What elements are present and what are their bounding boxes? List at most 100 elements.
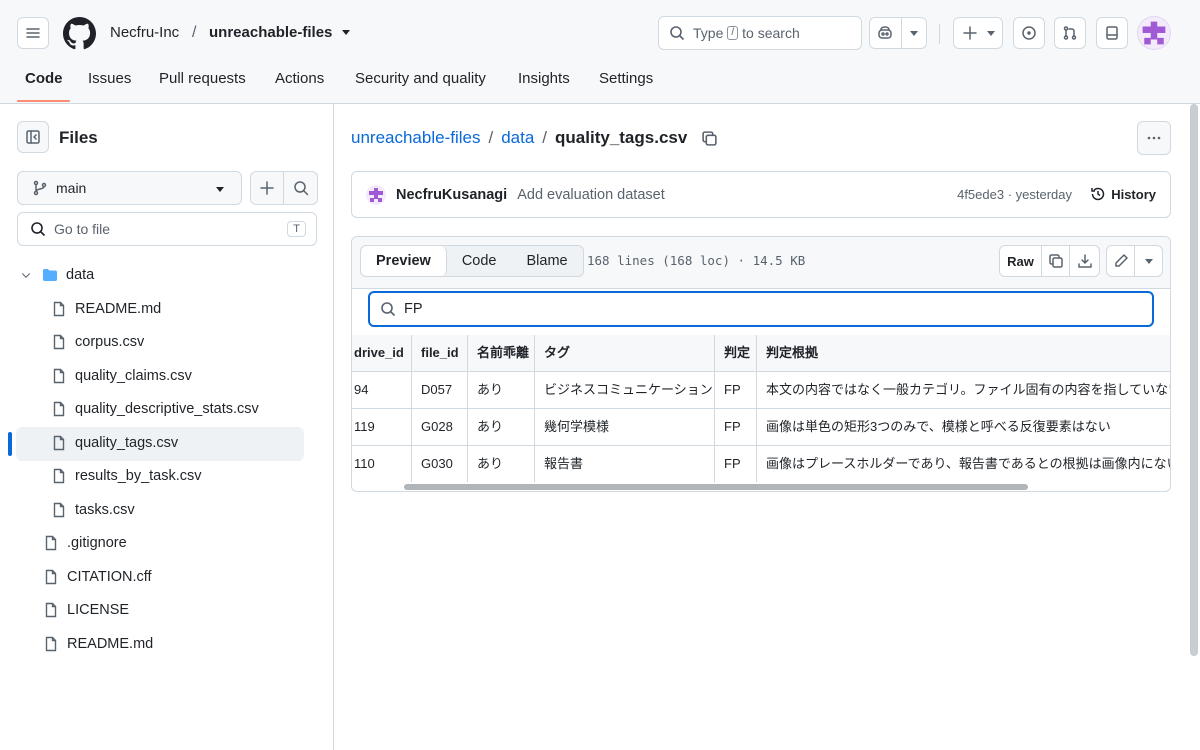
page-vertical-scrollbar[interactable]	[1190, 104, 1198, 656]
tab-pull-requests[interactable]: Pull requests	[159, 70, 246, 87]
search-icon	[293, 181, 308, 196]
copilot-dropdown-icon[interactable]	[910, 31, 918, 36]
tab-code[interactable]: Code	[25, 70, 63, 87]
edit-file-button[interactable]	[1107, 246, 1135, 276]
table-cell: あり	[468, 446, 535, 482]
go-to-file-placeholder: Go to file	[54, 221, 111, 237]
file-icon	[45, 602, 57, 618]
tab-settings[interactable]: Settings	[599, 70, 653, 87]
global-search[interactable]: Type / to search	[658, 16, 862, 50]
file-icon	[53, 301, 65, 317]
repo-owner-link[interactable]: Necfru-Inc	[110, 24, 179, 41]
chevron-down-icon	[1144, 258, 1153, 264]
preview-tab[interactable]: Preview	[361, 246, 447, 276]
copilot-icon	[878, 26, 892, 39]
history-button[interactable]: History	[1090, 186, 1156, 202]
tree-file-quality-tags-csv[interactable]: quality_tags.csv	[51, 428, 178, 458]
table-cell: 110	[352, 446, 412, 482]
commit-sha-time[interactable]: 4f5ede3 · yesterday	[957, 187, 1072, 202]
plus-icon	[963, 26, 977, 40]
raw-copy-download-group: Raw	[999, 245, 1100, 277]
tree-file-quality-descriptive-stats-csv[interactable]: quality_descriptive_stats.csv	[51, 394, 259, 424]
inbox-icon	[1106, 26, 1118, 40]
tree-item-label: LICENSE	[67, 602, 130, 618]
table-cell: FP	[715, 446, 757, 482]
download-icon	[1077, 254, 1092, 268]
tree-file-root-readme-md[interactable]: README.md	[43, 629, 153, 659]
file-icon	[53, 368, 65, 384]
table-cell: 幾何学模様	[535, 409, 715, 445]
tree-file-tasks-csv[interactable]: tasks.csv	[51, 495, 135, 525]
inbox-button[interactable]	[1096, 17, 1128, 49]
csv-filter-input[interactable]: FP	[368, 291, 1154, 327]
file-icon	[53, 435, 65, 451]
repo-name-link[interactable]: unreachable-files	[209, 24, 332, 41]
table-horizontal-scrollbar[interactable]	[404, 484, 1028, 490]
file-view: unreachable-files / data / quality_tags.…	[335, 104, 1200, 750]
table-cell: あり	[468, 409, 535, 445]
tree-file-gitignore[interactable]: .gitignore	[43, 528, 127, 558]
download-button[interactable]	[1070, 246, 1099, 276]
issues-button[interactable]	[1013, 17, 1045, 49]
tree-file-license[interactable]: LICENSE	[43, 595, 129, 625]
tree-file-results-by-task-csv[interactable]: results_by_task.csv	[51, 461, 202, 491]
create-new-button[interactable]	[953, 17, 1003, 49]
raw-button[interactable]: Raw	[1000, 246, 1042, 276]
copy-path-icon[interactable]	[701, 130, 718, 147]
tab-actions[interactable]: Actions	[275, 70, 324, 87]
user-avatar[interactable]	[1137, 16, 1171, 50]
go-to-file-input[interactable]: Go to file T	[17, 212, 317, 246]
copy-raw-button[interactable]	[1042, 246, 1070, 276]
file-icon	[53, 334, 65, 350]
path-separator: /	[192, 24, 197, 41]
table-cell: 画像はプレースホルダーであり、報告書であるとの根拠は画像内にない	[766, 456, 1171, 471]
file-icon	[53, 468, 65, 484]
files-title: Files	[59, 128, 98, 147]
tree-file-corpus-csv[interactable]: corpus.csv	[51, 327, 144, 357]
file-icon	[45, 535, 57, 551]
menu-button[interactable]	[17, 17, 49, 49]
pull-requests-button[interactable]	[1054, 17, 1086, 49]
history-icon	[1091, 187, 1105, 201]
copilot-button[interactable]	[869, 17, 927, 49]
folder-icon	[43, 269, 57, 281]
tree-item-label: quality_claims.csv	[75, 368, 192, 384]
add-file-button[interactable]	[251, 172, 284, 204]
tab-insights[interactable]: Insights	[518, 70, 570, 87]
column-header: 判定	[715, 335, 757, 371]
tree-file-citation-cff[interactable]: CITATION.cff	[43, 562, 152, 592]
branch-name: main	[56, 180, 87, 196]
tab-security[interactable]: Security and quality	[355, 70, 486, 87]
tree-file-quality-claims-csv[interactable]: quality_claims.csv	[51, 361, 192, 391]
code-tab[interactable]: Code	[447, 246, 512, 276]
search-files-button[interactable]	[284, 172, 317, 204]
table-row: 110 G030 あり 報告書 FP 画像はプレースホルダーであり、報告書である…	[352, 446, 1171, 483]
issue-circle-icon	[1022, 26, 1036, 40]
add-search-group	[250, 171, 318, 205]
view-mode-switch: Preview Code Blame	[360, 245, 584, 277]
column-header: 名前乖離	[468, 335, 535, 371]
breadcrumb-repo-link[interactable]: unreachable-files	[351, 128, 480, 148]
tree-folder-data[interactable]: data	[20, 260, 94, 290]
tab-issues[interactable]: Issues	[88, 70, 131, 87]
search-icon	[31, 222, 46, 237]
repo-dropdown-caret-icon[interactable]	[342, 30, 350, 35]
breadcrumb-dir-link[interactable]: data	[501, 128, 534, 148]
plus-icon	[260, 181, 274, 195]
github-logo-icon[interactable]	[63, 17, 96, 50]
author-avatar[interactable]	[366, 184, 386, 205]
commit-message[interactable]: Add evaluation dataset	[517, 187, 665, 203]
branch-selector[interactable]: main	[17, 171, 242, 205]
latest-commit-bar: NecfruKusanagi Add evaluation dataset 4f…	[351, 171, 1171, 218]
table-cell: あり	[468, 372, 535, 408]
column-header: file_id	[412, 335, 468, 371]
edit-dropdown-button[interactable]	[1135, 246, 1162, 276]
file-icon	[45, 569, 57, 585]
blame-tab[interactable]: Blame	[512, 246, 583, 276]
copy-icon	[1048, 254, 1063, 268]
collapse-sidebar-button[interactable]	[17, 121, 49, 153]
more-options-button[interactable]	[1137, 121, 1171, 155]
tree-file-readme-md[interactable]: README.md	[51, 294, 161, 324]
commit-author[interactable]: NecfruKusanagi	[396, 187, 507, 203]
file-tree-sidebar: Files main Go to file T data README.md c…	[0, 104, 334, 750]
